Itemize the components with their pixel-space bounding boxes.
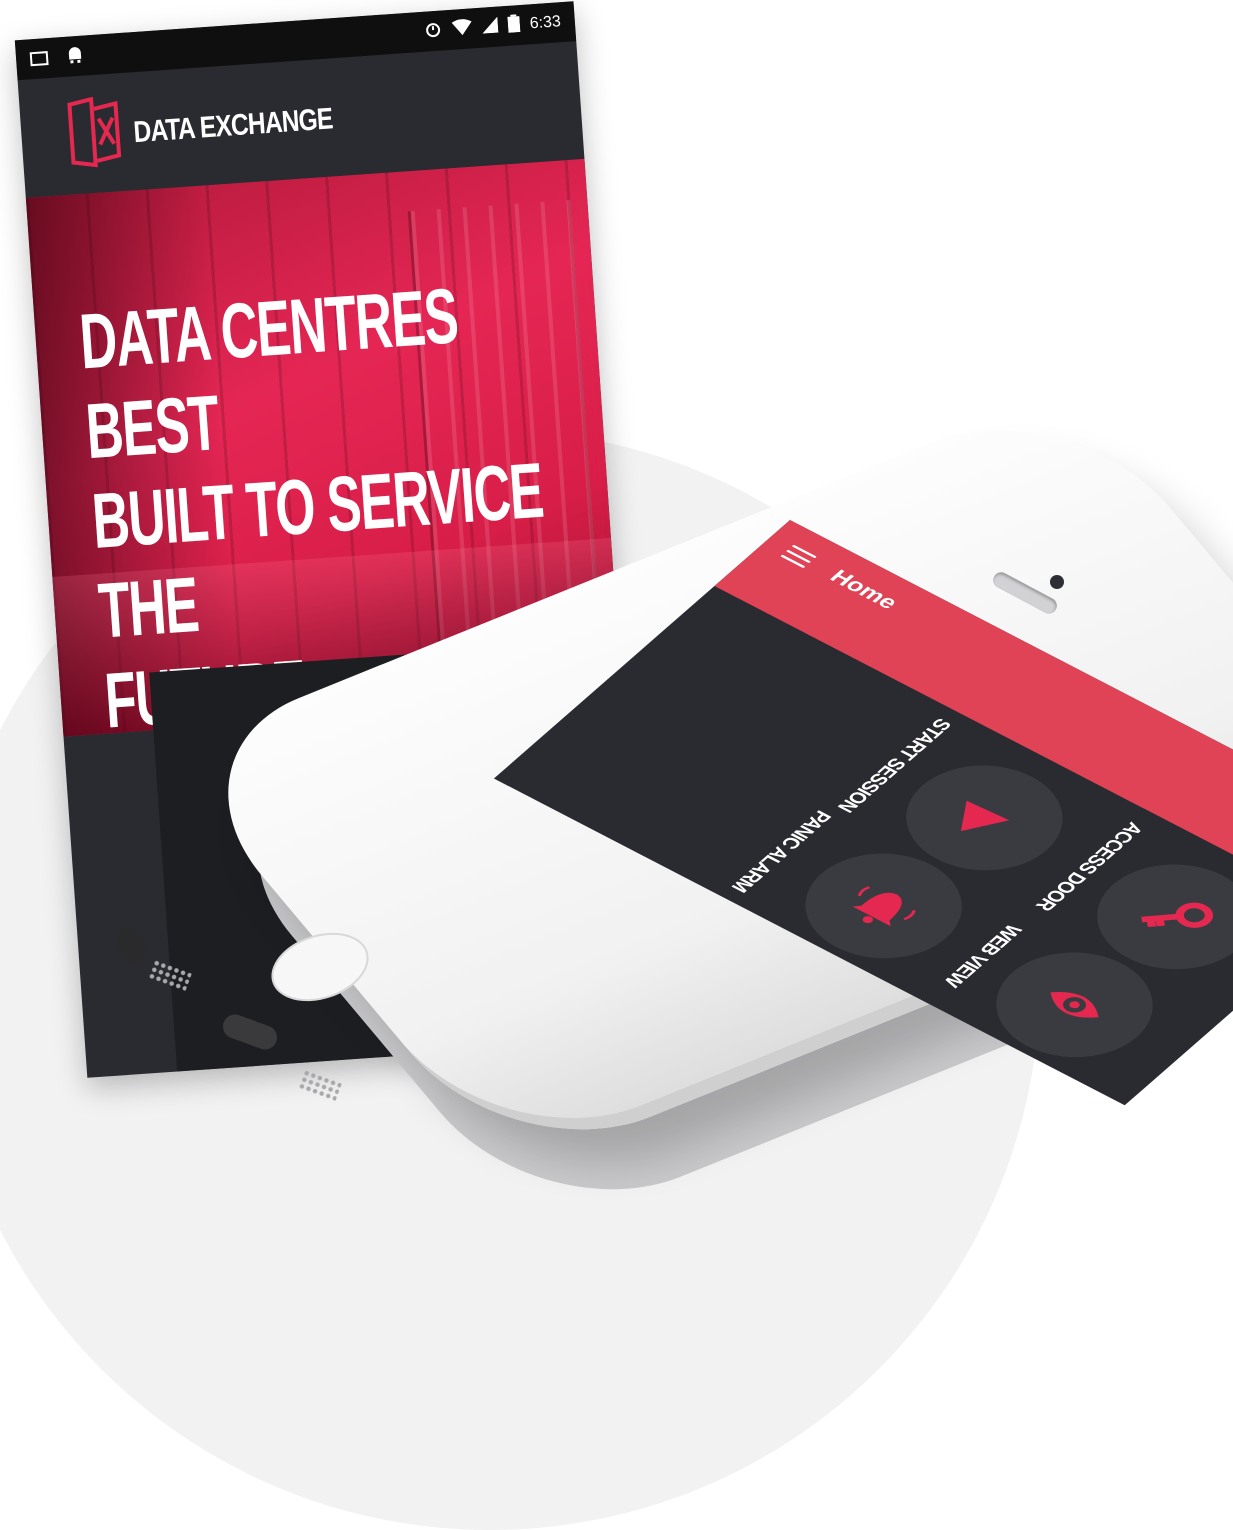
app-title: Home <box>824 565 903 613</box>
speaker-grille-left <box>148 959 192 991</box>
bell-icon <box>833 872 935 941</box>
eye-icon <box>1023 971 1125 1040</box>
key-icon <box>1124 883 1226 952</box>
headphone-jack <box>112 922 150 968</box>
front-camera <box>1050 575 1064 589</box>
speaker-grille-right <box>298 1069 342 1101</box>
iphone-mockup: Home START SESSION ACCESS DOOR PANIC AL <box>0 0 1233 1192</box>
play-icon <box>941 789 1029 848</box>
lightning-port <box>220 1011 281 1053</box>
hamburger-menu-icon[interactable] <box>780 545 817 569</box>
